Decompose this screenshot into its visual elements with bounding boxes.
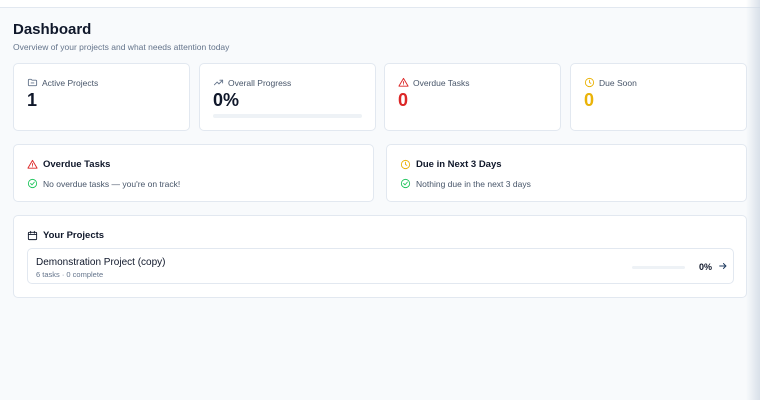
panel-title: Overdue Tasks — [43, 159, 111, 170]
alert-triangle-icon — [27, 159, 38, 169]
panel-title-row: Due in Next 3 Days — [400, 159, 502, 170]
panel-message: Nothing due in the next 3 days — [416, 178, 531, 189]
stat-value: 0% — [213, 90, 240, 110]
your-projects-panel: Your Projects Demonstration Project (cop… — [13, 215, 747, 298]
project-name[interactable]: Demonstration Project (copy) — [36, 257, 166, 269]
check-circle-icon — [27, 178, 38, 189]
dashboard-page: Dashboard Overview of your projects and … — [13, 20, 747, 298]
stats-row: Active Projects 1 Overall Progress 0% Ov… — [13, 63, 747, 131]
stat-label: Overall Progress — [228, 77, 292, 88]
clock-icon — [400, 159, 411, 170]
panel-title-row: Your Projects — [27, 230, 104, 241]
clock-icon — [584, 77, 595, 88]
check-circle-icon — [400, 178, 411, 189]
trending-up-icon — [213, 79, 224, 86]
project-row[interactable]: Demonstration Project (copy) 6 tasks · 0… — [27, 248, 734, 284]
stat-card-overall-progress: Overall Progress 0% — [199, 63, 376, 131]
arrow-right-icon[interactable] — [718, 261, 728, 271]
stat-value: 0 — [584, 90, 595, 110]
stat-card-overdue-tasks: Overdue Tasks 0 — [384, 63, 561, 131]
stat-label-row: Active Projects — [27, 77, 98, 88]
alert-triangle-icon — [398, 77, 409, 87]
panel-title-row: Overdue Tasks — [27, 159, 110, 170]
panel-title: Your Projects — [43, 230, 105, 241]
panel-title: Due in Next 3 Days — [416, 159, 502, 170]
stat-label: Due Soon — [599, 77, 637, 88]
panel-message-row: No overdue tasks — you're on track! — [27, 178, 180, 189]
calendar-icon — [27, 230, 38, 241]
stat-label: Active Projects — [42, 77, 99, 88]
due-soon-panel: Due in Next 3 Days Nothing due in the ne… — [386, 144, 747, 202]
top-bar — [0, 0, 760, 8]
panel-message: No overdue tasks — you're on track! — [43, 178, 181, 189]
project-progress-bar — [632, 266, 685, 269]
stat-value: 0 — [398, 90, 409, 110]
panel-message-row: Nothing due in the next 3 days — [400, 178, 531, 189]
overall-progress-bar — [213, 114, 362, 118]
folder-icon — [27, 78, 38, 87]
stat-value: 1 — [27, 90, 38, 110]
page-title: Dashboard — [13, 21, 92, 38]
project-percent: 0% — [699, 262, 713, 272]
stat-card-due-soon: Due Soon 0 — [570, 63, 747, 131]
scroll-edge-shadow — [746, 0, 760, 400]
stat-label-row: Overdue Tasks — [398, 77, 470, 88]
stat-label-row: Due Soon — [584, 77, 637, 88]
page-subtitle: Overview of your projects and what needs… — [13, 42, 230, 52]
project-meta: 6 tasks · 0 complete — [36, 270, 104, 279]
stat-card-active-projects: Active Projects 1 — [13, 63, 190, 131]
overdue-tasks-panel: Overdue Tasks No overdue tasks — you're … — [13, 144, 374, 202]
stat-label-row: Overall Progress — [213, 77, 291, 88]
stat-label: Overdue Tasks — [413, 77, 470, 88]
